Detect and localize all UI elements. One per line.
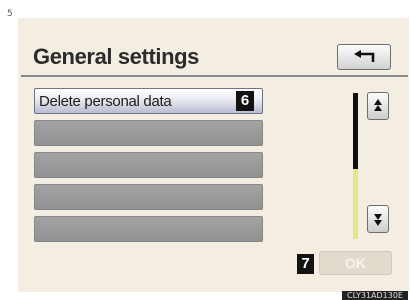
back-arrow-icon xyxy=(354,50,375,62)
callout-badge-6: 6 xyxy=(236,91,254,111)
scrollbar-position-indicator xyxy=(353,168,358,239)
list-item-empty-1[interactable] xyxy=(34,120,263,146)
scroll-down-icon xyxy=(374,214,382,226)
list-item-empty-3[interactable] xyxy=(34,184,263,210)
scroll-up-icon xyxy=(374,99,382,111)
ok-button[interactable]: OK xyxy=(319,251,392,275)
scrollbar-track[interactable] xyxy=(353,93,358,239)
list-item-delete-personal-data[interactable]: Delete personal data xyxy=(34,88,263,114)
list-item-label: Delete personal data xyxy=(39,93,172,110)
scroll-down-button[interactable] xyxy=(367,205,389,233)
corner-marker: 5 xyxy=(7,9,13,19)
header-divider xyxy=(21,75,408,77)
list-item-empty-4[interactable] xyxy=(34,216,263,242)
page-title: General settings xyxy=(33,44,199,69)
callout-badge-7: 7 xyxy=(297,254,314,274)
scroll-up-button[interactable] xyxy=(367,92,389,120)
list-item-empty-2[interactable] xyxy=(34,152,263,178)
back-button[interactable] xyxy=(337,44,391,70)
image-reference-code: CLY31AD130E xyxy=(342,291,408,300)
